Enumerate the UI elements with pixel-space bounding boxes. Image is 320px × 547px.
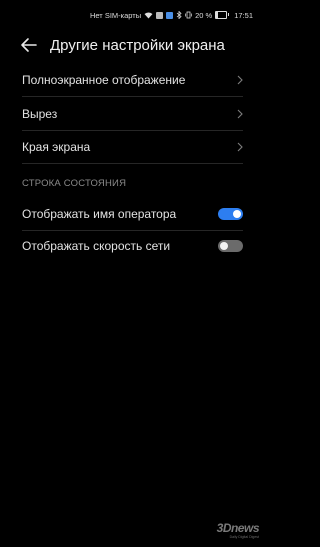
watermark: 3Dnews Daily Digital Digest [216, 521, 260, 539]
bluetooth-icon [176, 11, 182, 19]
status-bar: Нет SIM-карты 20 % 17:51 [0, 0, 265, 30]
watermark-logo: 3Dnews [216, 521, 260, 535]
battery-percent: 20 % [195, 10, 213, 20]
toggle-knob [220, 241, 228, 250]
toggle-knob [233, 209, 241, 218]
clock: 17:51 [234, 10, 253, 20]
wifi-icon [144, 12, 153, 19]
chevron-right-icon [237, 142, 243, 151]
menu-item-label: Полноэкранное отображение [22, 72, 186, 87]
menu-item-label: Края экрана [22, 139, 91, 154]
menu-item-screen-edges[interactable]: Края экрана [0, 130, 265, 163]
page-title: Другие настройки экрана [50, 37, 225, 54]
toggle-row-network-speed[interactable]: Отображать скорость сети [0, 229, 265, 262]
app-bar: Другие настройки экрана [0, 30, 265, 60]
operator-name-toggle[interactable] [218, 207, 243, 220]
chevron-right-icon [237, 75, 243, 84]
divider [22, 163, 243, 164]
toggle-row-operator-name[interactable]: Отображать имя оператора [0, 197, 265, 230]
toggle-label: Отображать имя оператора [22, 206, 177, 221]
battery-icon [215, 11, 230, 19]
section-header-status-bar: СТРОКА СОСТОЯНИЯ [22, 178, 127, 189]
notification-icon [166, 11, 174, 19]
vibrate-icon [185, 11, 192, 19]
notification-icon [156, 11, 164, 19]
toggle-label: Отображать скорость сети [22, 238, 171, 253]
menu-item-fullscreen[interactable]: Полноэкранное отображение [0, 63, 265, 96]
watermark-tagline: Daily Digital Digest [229, 535, 259, 539]
carrier-text: Нет SIM-карты [89, 10, 142, 20]
arrow-left-icon[interactable] [20, 36, 38, 54]
menu-item-notch[interactable]: Вырез [0, 97, 265, 130]
network-speed-toggle[interactable] [218, 239, 243, 252]
chevron-right-icon [237, 109, 243, 118]
menu-item-label: Вырез [22, 106, 58, 121]
